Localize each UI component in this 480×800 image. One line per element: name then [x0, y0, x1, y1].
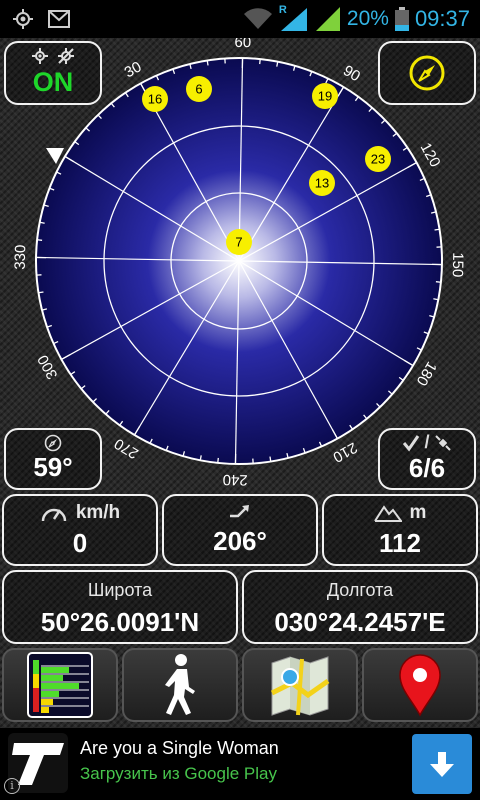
signal-bars-button[interactable] — [2, 648, 118, 722]
radar-degree-label: 210 — [330, 439, 360, 466]
wifi-icon — [243, 8, 272, 29]
compass-needle-icon — [44, 434, 62, 452]
radar-tick — [259, 59, 261, 65]
info-icon[interactable]: i — [4, 778, 20, 794]
speed-panel: km/h 0 — [2, 494, 158, 566]
map-icon — [270, 656, 330, 716]
longitude-panel: Долгота 030°24.2457'E — [242, 570, 478, 644]
latitude-value: 50°26.0091'N — [40, 607, 200, 637]
speed-value: 0 — [72, 528, 88, 558]
course-panel: 206° — [162, 494, 318, 566]
radar-degree-label: 120 — [417, 140, 444, 170]
radar-tick — [269, 456, 272, 462]
location-pin-button[interactable] — [362, 648, 478, 722]
checkmark-icon — [403, 434, 420, 451]
satellite-id: 23 — [371, 151, 385, 166]
satellite-icon — [434, 434, 451, 451]
radar-degree-label: 60 — [234, 38, 251, 51]
satellite-count-value: 6/6 — [408, 453, 446, 483]
course-value: 206° — [213, 526, 267, 556]
battery-icon — [394, 7, 409, 31]
radar-tick — [217, 457, 219, 463]
download-arrow-icon — [430, 752, 454, 777]
altitude-unit: m — [409, 502, 427, 523]
location-pin-icon — [399, 654, 441, 717]
longitude-label: Долгота — [326, 580, 394, 600]
clock: 09:37 — [414, 6, 470, 31]
radar-degree-label: 150 — [449, 252, 466, 277]
radar-tick — [38, 291, 44, 294]
longitude-value: 030°24.2457'E — [274, 607, 446, 637]
speedometer-icon — [41, 508, 67, 522]
gmail-icon — [48, 10, 70, 28]
ad-banner[interactable]: Are you a Single Woman Загрузить из Goog… — [0, 728, 480, 800]
radar-degree-label: 240 — [223, 471, 248, 488]
sat-separator: / — [424, 432, 430, 452]
mountain-icon — [373, 505, 402, 522]
battery-percent: 20% — [346, 7, 389, 30]
speed-unit: km/h — [75, 502, 121, 523]
satellite-id: 19 — [318, 88, 332, 103]
satellite-id: 7 — [235, 234, 242, 249]
satellite-id: 6 — [195, 81, 202, 96]
ad-subtitle: Загрузить из Google Play — [80, 764, 277, 783]
radar-degree-label: 300 — [34, 352, 61, 382]
radar-degree-label: 180 — [413, 358, 440, 388]
walking-person-icon — [165, 654, 195, 715]
altitude-panel: m 112 — [322, 494, 478, 566]
heading-value: 59° — [33, 452, 73, 482]
radar-tick — [37, 239, 43, 241]
radar-tick — [206, 60, 209, 66]
satellite-id: 13 — [315, 175, 329, 190]
radar-tick — [435, 281, 441, 283]
radar-degree-label: 270 — [111, 435, 141, 462]
gps-icon — [13, 9, 33, 29]
satellite-id: 16 — [148, 91, 162, 106]
radar-tick — [434, 228, 440, 231]
heading-panel: 59° — [4, 428, 102, 490]
direction-icon — [230, 505, 249, 518]
ad-title: Are you a Single Woman — [80, 738, 279, 758]
radar-degree-label: 90 — [340, 62, 363, 85]
download-button[interactable] — [412, 734, 472, 794]
signal-icon-2 — [315, 7, 340, 31]
satellite-count-panel: / 6/6 — [378, 428, 476, 490]
radar-degree-label: 330 — [12, 245, 29, 270]
status-bar: R 20% 09:37 — [0, 0, 480, 38]
altitude-value: 112 — [379, 528, 421, 558]
latitude-panel: Широта 50°26.0091'N — [2, 570, 238, 644]
signal-icon — [280, 8, 307, 31]
radar-degree-label: 30 — [122, 58, 145, 81]
map-button[interactable] — [242, 648, 358, 722]
latitude-label: Широта — [87, 580, 153, 600]
signal-bars-icon — [27, 652, 93, 718]
walk-button[interactable] — [122, 648, 238, 722]
